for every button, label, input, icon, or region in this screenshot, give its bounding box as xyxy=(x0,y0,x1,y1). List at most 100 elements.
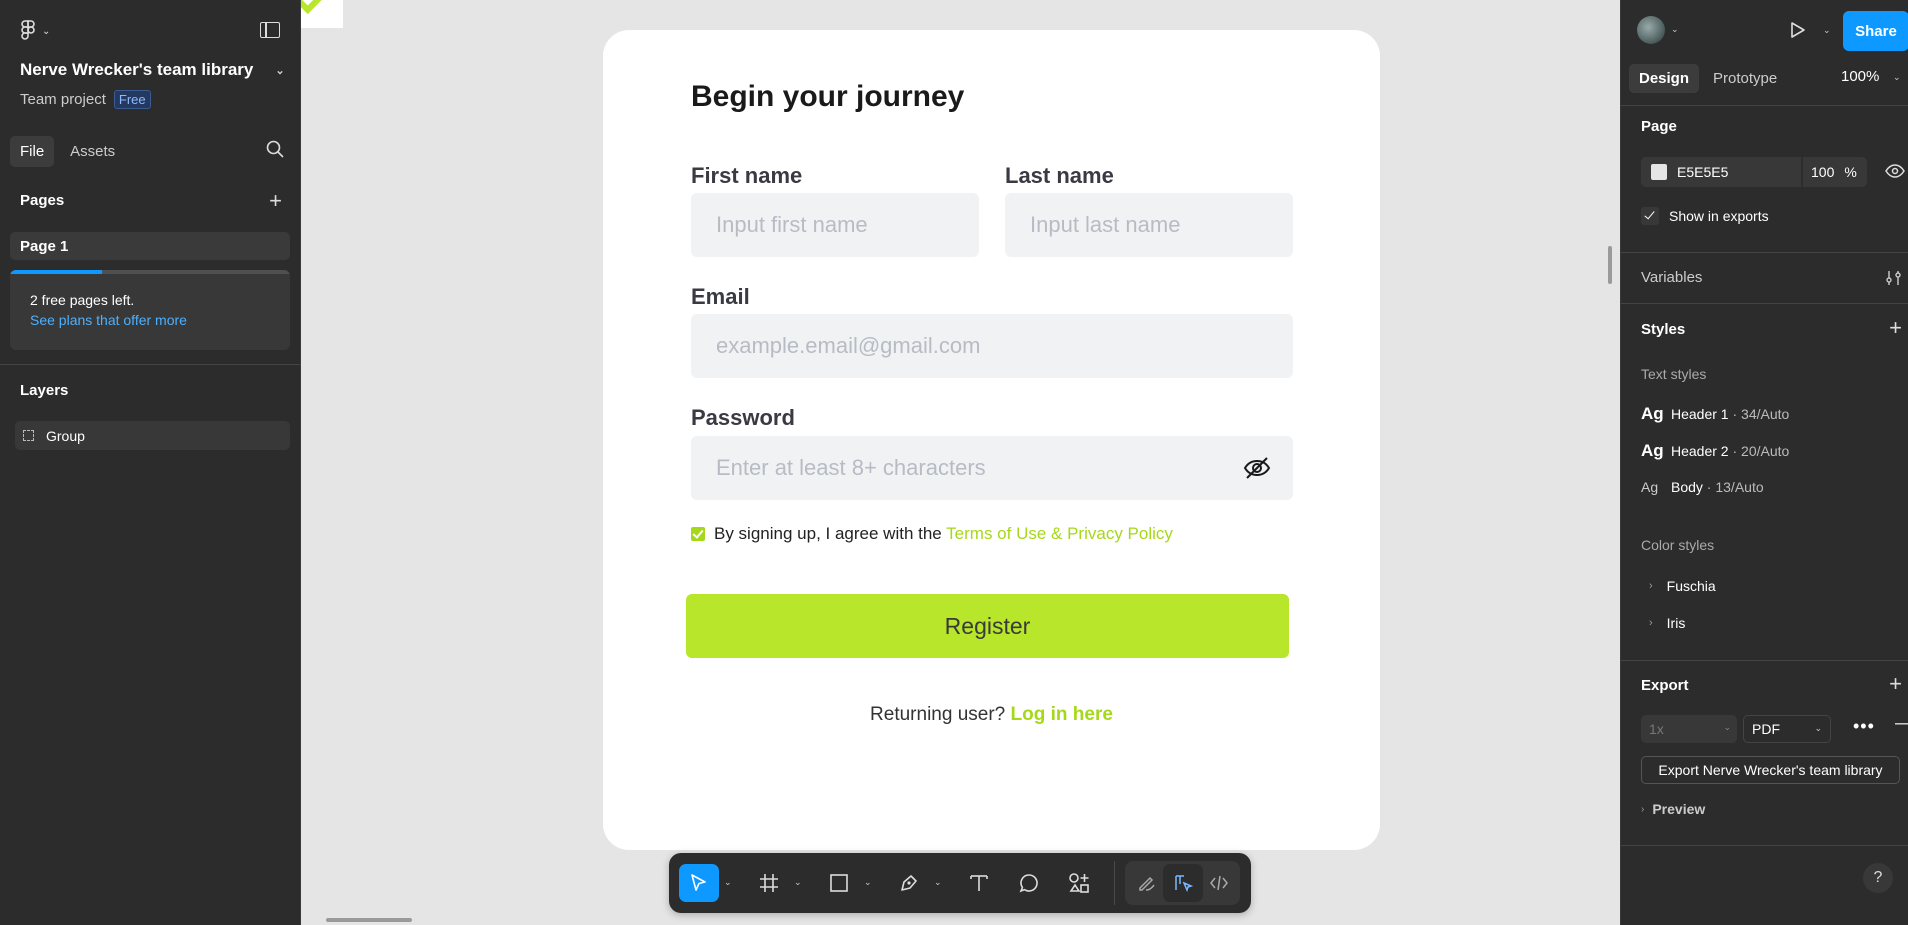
eye-icon[interactable] xyxy=(1885,164,1905,183)
color-style-fuschia[interactable]: › Fuschia xyxy=(1649,578,1716,594)
color-swatch[interactable] xyxy=(1651,164,1667,180)
design-icon xyxy=(1175,875,1193,893)
add-style-icon[interactable]: + xyxy=(1889,317,1902,339)
layer-item-group[interactable]: Group xyxy=(15,421,290,450)
preview-label: Preview xyxy=(1652,801,1706,817)
add-page-icon[interactable]: + xyxy=(269,190,282,212)
login-link[interactable]: Log in here xyxy=(1011,704,1113,725)
pages-title: Pages xyxy=(20,192,65,209)
agree-checkbox[interactable] xyxy=(691,527,705,541)
horizontal-scrollbar[interactable] xyxy=(326,918,412,922)
agree-text: By signing up, I agree with the xyxy=(714,524,942,543)
text-tool-button[interactable] xyxy=(959,864,999,902)
plan-badge[interactable]: Free xyxy=(113,90,151,109)
team-name: Nerve Wrecker's team library xyxy=(20,60,254,79)
page-background-color[interactable]: E5E5E5 100 % xyxy=(1641,157,1867,187)
draw-icon xyxy=(1139,876,1155,891)
frame-tool-button[interactable] xyxy=(749,864,789,902)
text-style-body[interactable]: Ag Body · 13/Auto xyxy=(1641,479,1764,495)
actions-tool-button[interactable] xyxy=(1059,864,1099,902)
chevron-down-icon[interactable]: ⌄ xyxy=(1823,25,1831,36)
remove-export-icon[interactable]: — xyxy=(1895,712,1908,735)
text-style-header-1[interactable]: Ag Header 1 · 34/Auto xyxy=(1641,404,1789,424)
styles-title: Styles xyxy=(1641,321,1686,338)
draw-mode-button[interactable] xyxy=(1127,864,1167,902)
project-row: Team project Free xyxy=(20,90,151,109)
canvas[interactable]: Begin your journey First name Input firs… xyxy=(301,0,1620,925)
chevron-down-icon[interactable]: ⌄ xyxy=(724,877,732,888)
last-name-label: Last name xyxy=(1005,163,1114,188)
more-options-icon[interactable]: ••• xyxy=(1853,716,1875,737)
main-menu-button[interactable]: ⌄ xyxy=(20,20,50,42)
color-styles-title: Color styles xyxy=(1641,537,1715,553)
password-field[interactable]: Enter at least 8+ characters xyxy=(691,436,1293,500)
last-name-field[interactable]: Input last name xyxy=(1005,193,1293,257)
opacity-field[interactable]: 100 % xyxy=(1801,157,1867,187)
tab-prototype[interactable]: Prototype xyxy=(1703,64,1787,93)
eye-off-icon[interactable] xyxy=(1243,456,1271,486)
frame-fragment[interactable] xyxy=(301,0,343,28)
tab-assets[interactable]: Assets xyxy=(60,136,125,167)
comment-tool-button[interactable] xyxy=(1009,864,1049,902)
chevron-down-icon: ⌄ xyxy=(275,64,285,77)
register-button[interactable]: Register xyxy=(686,594,1289,658)
chevron-down-icon[interactable]: ⌄ xyxy=(934,877,942,888)
form-title: Begin your journey xyxy=(691,80,965,113)
chevron-down-icon[interactable]: ⌄ xyxy=(1893,72,1901,83)
terms-link[interactable]: Terms of Use & Privacy Policy xyxy=(946,524,1173,543)
preview-toggle[interactable]: › Preview xyxy=(1641,801,1705,817)
signup-form-frame[interactable]: Begin your journey First name Input firs… xyxy=(603,30,1380,850)
show-in-exports-row[interactable]: Show in exports xyxy=(1641,207,1769,225)
chevron-down-icon[interactable]: ⌄ xyxy=(794,877,802,888)
password-placeholder: Enter at least 8+ characters xyxy=(716,455,986,480)
right-sidebar: ⌄ ⌄ Share Design Prototype 100% ⌄ Page E… xyxy=(1620,0,1908,925)
see-plans-link[interactable]: See plans that offer more xyxy=(30,312,187,328)
opacity-value: 100 xyxy=(1811,164,1835,180)
share-button[interactable]: Share xyxy=(1843,11,1908,51)
comment-icon xyxy=(1019,874,1038,893)
present-button[interactable] xyxy=(1787,20,1807,45)
move-tool-button[interactable] xyxy=(679,864,719,902)
avatar[interactable] xyxy=(1637,16,1665,44)
actions-icon xyxy=(1069,873,1089,893)
design-mode-button[interactable] xyxy=(1163,864,1203,902)
background-hex[interactable]: E5E5E5 xyxy=(1677,164,1801,180)
show-in-exports-checkbox[interactable] xyxy=(1641,207,1659,225)
returning-user-row: Returning user? Log in here xyxy=(603,704,1380,726)
dev-mode-button[interactable] xyxy=(1199,864,1239,902)
page-section-title: Page xyxy=(1641,118,1677,135)
chevron-right-icon: › xyxy=(1649,580,1653,592)
variables-title[interactable]: Variables xyxy=(1641,269,1702,286)
variables-settings-icon[interactable] xyxy=(1885,270,1903,291)
chevron-down-icon[interactable]: ⌄ xyxy=(1671,24,1679,35)
text-style-header-2[interactable]: Ag Header 2 · 20/Auto xyxy=(1641,441,1789,461)
export-button[interactable]: Export Nerve Wrecker's team library xyxy=(1641,756,1900,784)
pen-tool-button[interactable] xyxy=(889,864,929,902)
team-name-menu[interactable]: Nerve Wrecker's team library ⌄ xyxy=(20,60,285,80)
help-button[interactable]: ? xyxy=(1863,863,1893,893)
text-styles-title: Text styles xyxy=(1641,366,1707,382)
page-item-page-1[interactable]: Page 1 xyxy=(10,232,290,260)
email-label: Email xyxy=(691,284,750,309)
export-format-select[interactable]: PDF ⌄ xyxy=(1743,715,1831,743)
email-field[interactable]: example.email@gmail.com xyxy=(691,314,1293,378)
zoom-level[interactable]: 100% xyxy=(1841,68,1879,85)
add-export-icon[interactable]: + xyxy=(1889,673,1902,695)
toggle-sidebar-icon[interactable] xyxy=(260,22,280,38)
password-label: Password xyxy=(691,405,795,430)
vertical-scrollbar[interactable] xyxy=(1608,246,1612,284)
tab-file[interactable]: File xyxy=(10,136,55,167)
first-name-field[interactable]: Input first name xyxy=(691,193,979,257)
color-style-iris[interactable]: › Iris xyxy=(1649,615,1685,631)
export-scale: 1x xyxy=(1649,721,1664,737)
chevron-right-icon: › xyxy=(1649,617,1653,629)
show-in-exports-label: Show in exports xyxy=(1669,208,1769,224)
tab-design[interactable]: Design xyxy=(1629,64,1700,93)
terms-agreement-row: By signing up, I agree with the Terms of… xyxy=(691,524,1173,544)
export-scale-select[interactable]: 1x ⌄ xyxy=(1641,715,1737,743)
rectangle-tool-button[interactable] xyxy=(819,864,859,902)
play-icon xyxy=(1791,22,1805,38)
search-icon[interactable] xyxy=(266,140,284,163)
chevron-down-icon[interactable]: ⌄ xyxy=(864,877,872,888)
mode-switcher xyxy=(1125,861,1240,905)
